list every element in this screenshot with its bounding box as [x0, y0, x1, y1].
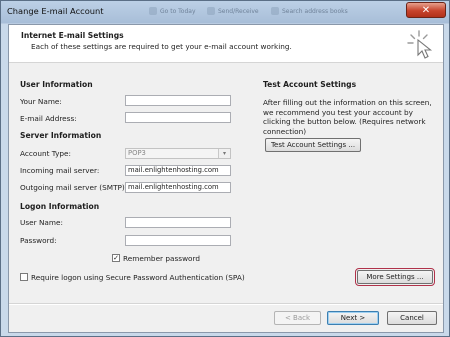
back-button[interactable]: < Back: [274, 311, 321, 325]
user-name-field[interactable]: [125, 217, 231, 228]
close-icon: ✕: [421, 4, 431, 16]
close-button[interactable]: ✕: [406, 2, 446, 18]
account-type-label: Account Type:: [20, 149, 71, 158]
send-receive-icon: [207, 7, 215, 15]
next-button[interactable]: Next >: [327, 311, 379, 325]
user-information-heading: User Information: [20, 80, 93, 89]
incoming-server-label: Incoming mail server:: [20, 166, 100, 175]
test-account-description: After filling out the information on thi…: [263, 98, 432, 136]
more-settings-button[interactable]: More Settings ...: [355, 268, 435, 286]
password-label: Password:: [20, 236, 57, 245]
incoming-server-field[interactable]: mail.enlightenhosting.com: [125, 165, 231, 176]
remember-password-label: Remember password: [123, 254, 201, 263]
dialog-header: Internet E-mail Settings Each of these s…: [9, 25, 443, 63]
background-toolbar-item: Send/Receive: [207, 5, 259, 17]
test-account-heading: Test Account Settings: [263, 80, 357, 89]
page-title: Internet E-mail Settings: [21, 31, 124, 40]
dialog-window: Change E-mail Account Go to Today Send/R…: [0, 0, 450, 337]
cursor-click-icon: [407, 30, 433, 59]
checkmark-icon: ✓: [113, 254, 119, 262]
title-bar[interactable]: Change E-mail Account Go to Today Send/R…: [1, 1, 449, 23]
email-address-field[interactable]: [125, 112, 231, 123]
background-toolbar-item: Search address books: [271, 5, 348, 17]
spa-label: Require logon using Secure Password Auth…: [31, 273, 245, 282]
password-field[interactable]: [125, 235, 231, 246]
chevron-down-icon: ▾: [218, 149, 230, 158]
account-type-value: POP3: [128, 149, 146, 157]
background-toolbar-item: Go to Today: [149, 5, 196, 17]
window-title: Change E-mail Account: [7, 6, 104, 16]
server-information-heading: Server Information: [20, 131, 102, 140]
dialog-body: Internet E-mail Settings Each of these s…: [8, 24, 444, 333]
cancel-button[interactable]: Cancel: [387, 311, 437, 325]
remember-password-checkbox[interactable]: ✓: [112, 254, 120, 262]
user-name-label: User Name:: [20, 218, 63, 227]
footer-separator: [9, 303, 443, 305]
calendar-icon: [149, 7, 157, 15]
your-name-field[interactable]: [125, 95, 231, 106]
account-type-select[interactable]: POP3 ▾: [125, 148, 231, 159]
outgoing-server-label: Outgoing mail server (SMTP):: [20, 183, 128, 192]
your-name-label: Your Name:: [20, 97, 62, 106]
outgoing-server-field[interactable]: mail.enlightenhosting.com: [125, 182, 231, 193]
spa-checkbox[interactable]: [20, 273, 28, 281]
email-address-label: E-mail Address:: [20, 114, 77, 123]
logon-information-heading: Logon Information: [20, 202, 100, 211]
address-book-icon: [271, 7, 279, 15]
page-subtitle: Each of these settings are required to g…: [31, 42, 292, 51]
test-account-settings-button[interactable]: Test Account Settings ...: [265, 138, 361, 152]
